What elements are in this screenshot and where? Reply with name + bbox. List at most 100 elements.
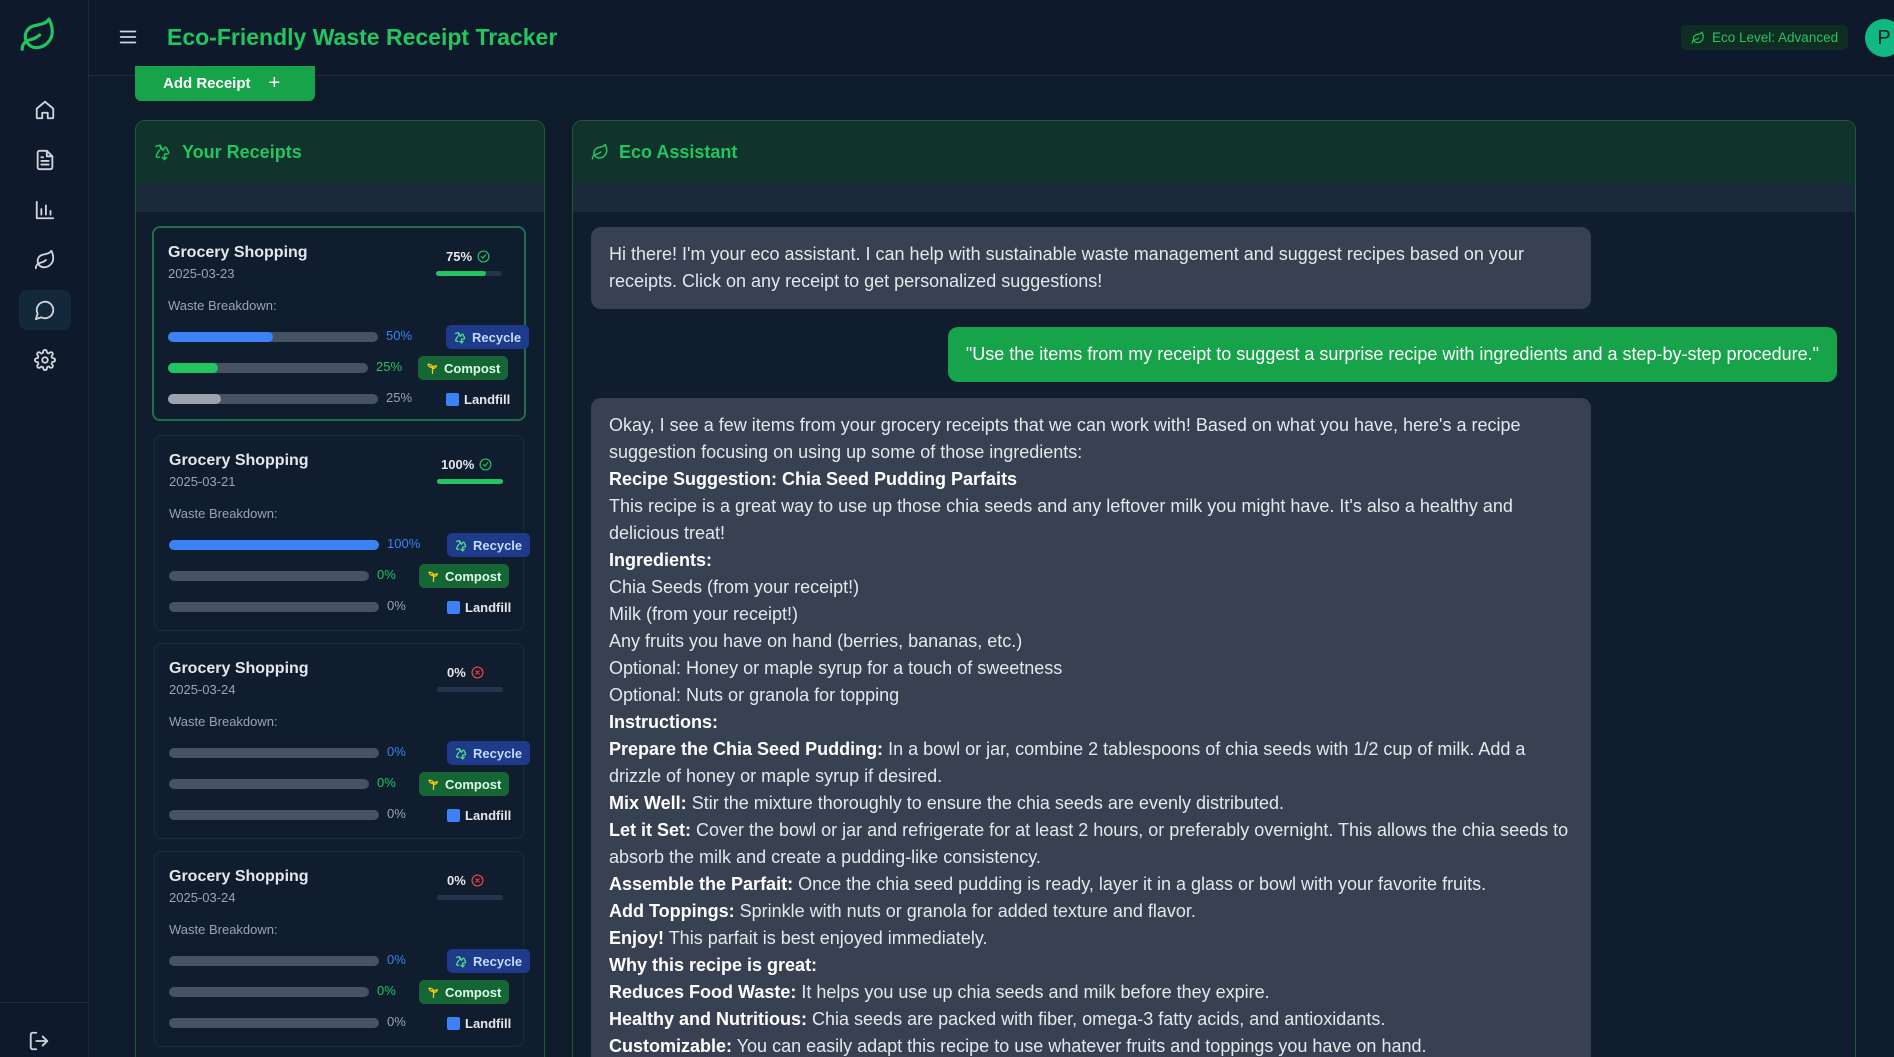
receipt-date: 2025-03-24 [169, 890, 236, 905]
waste-bar-compost [168, 363, 368, 373]
waste-row-recycle: 50% Recycle [168, 325, 530, 349]
assistant-panel-title: Eco Assistant [619, 141, 738, 162]
sidebar-item-settings[interactable] [19, 340, 71, 380]
assistant-greeting-message: Hi there! I'm your eco assistant. I can … [591, 227, 1591, 309]
ingredients-heading: Ingredients: [609, 550, 713, 570]
waste-tag-recycle[interactable]: Recycle [447, 741, 531, 765]
waste-tag-landfill[interactable]: Landfill [438, 387, 518, 411]
step-label: Let it Set: [609, 820, 692, 840]
user-message: "Use the items from my receipt to sugges… [947, 327, 1837, 382]
waste-tag-label: Landfill [465, 599, 512, 615]
sidebar-item-analytics[interactable] [19, 190, 71, 230]
waste-bar-landfill [169, 1018, 379, 1028]
receipt-date: 2025-03-23 [168, 266, 235, 281]
add-receipt-button[interactable]: Add Receipt + [135, 66, 315, 101]
waste-tag-label: Recycle [472, 329, 522, 345]
receipt-title: Grocery Shopping [169, 868, 309, 885]
step-label: Mix Well: [609, 793, 687, 813]
waste-row-recycle: 100% Recycle [169, 533, 531, 557]
eco-level-badge: Eco Level: Advanced [1681, 25, 1849, 50]
assistant-panel-header: Eco Assistant [573, 121, 1855, 183]
sidebar-item-home[interactable] [19, 90, 71, 130]
waste-tag-compost[interactable]: Compost [419, 980, 510, 1004]
waste-breakdown-label: Waste Breakdown: [169, 714, 278, 729]
receipt-score-value: 0% [447, 873, 466, 888]
receipt-score-bar [436, 271, 502, 276]
receipt-card[interactable]: Grocery Shopping 2025-03-23 75% Waste Break… [152, 226, 530, 421]
receipt-title: Grocery Shopping [168, 244, 308, 261]
waste-tag-compost[interactable]: Compost [418, 356, 509, 380]
waste-tag-recycle[interactable]: Recycle [446, 325, 530, 349]
leaf-icon [591, 143, 608, 160]
reason-text: It helps you use up chia seeds and milk … [796, 982, 1270, 1002]
waste-bar-fill-recycle [168, 332, 273, 342]
waste-tag-label: Recycle [473, 745, 523, 761]
waste-row-compost: 0% Compost [169, 980, 519, 1004]
waste-bar-fill-compost [168, 363, 218, 373]
user-avatar[interactable]: P [1865, 19, 1894, 57]
check-circle-icon [479, 458, 492, 471]
hamburger-menu-icon[interactable] [117, 26, 139, 48]
waste-breakdown-label: Waste Breakdown: [168, 298, 277, 313]
receipt-score: 75% [446, 249, 490, 264]
ingredient-item: Milk (from your receipt!) [609, 604, 799, 624]
sprout-icon [428, 779, 438, 790]
waste-pct-landfill: 25% [386, 390, 413, 405]
instruction-step: Add Toppings: Sprinkle with nuts or gran… [609, 898, 1573, 925]
sidebar-item-eco[interactable] [19, 240, 71, 280]
reason-item: Healthy and Nutritious: Chia seeds are p… [609, 1006, 1573, 1033]
reason-text: Chia seeds are packed with fiber, omega-… [807, 1009, 1386, 1029]
receipt-card[interactable]: Grocery Shopping 2025-03-21 100% Waste Brea… [154, 435, 531, 631]
waste-tag-compost[interactable]: Compost [419, 564, 510, 588]
waste-tag-label: Recycle [473, 537, 523, 553]
waste-tag-compost[interactable]: Compost [419, 772, 510, 796]
waste-row-landfill: 0% Landfill [169, 595, 519, 619]
logout-icon[interactable] [28, 1030, 50, 1052]
sidebar-item-receipts[interactable] [19, 140, 71, 180]
home-icon [35, 100, 55, 120]
waste-bar-landfill [169, 602, 379, 612]
instruction-step: Assemble the Parfait: Once the chia seed… [609, 871, 1573, 898]
waste-pct-compost: 0% [377, 775, 396, 790]
waste-tag-landfill[interactable]: Landfill [439, 1011, 519, 1035]
receipt-score-bar [437, 895, 503, 900]
receipt-score: 0% [447, 873, 484, 888]
gear-icon [34, 349, 56, 371]
instruction-step: Mix Well: Stir the mixture thoroughly to… [609, 790, 1573, 817]
leaf-logo-icon[interactable] [19, 16, 57, 54]
waste-tag-label: Recycle [473, 953, 523, 969]
step-text: Cover the bowl or jar and refrigerate fo… [609, 820, 1569, 867]
waste-breakdown-label: Waste Breakdown: [169, 922, 278, 937]
waste-row-landfill: 25% Landfill [168, 387, 518, 411]
receipt-score-value: 100% [441, 457, 475, 472]
receipt-score-bar-fill [437, 479, 503, 484]
receipt-card[interactable]: Grocery Shopping 2025-03-24 0% Waste Breakd… [154, 643, 531, 839]
receipt-date: 2025-03-21 [169, 474, 236, 489]
sidebar-item-chat[interactable] [19, 290, 71, 330]
waste-tag-recycle[interactable]: Recycle [447, 949, 531, 973]
sprout-icon [428, 571, 438, 582]
assistant-recipe-message: Okay, I see a few items from your grocer… [591, 398, 1591, 1057]
receipt-score-value: 0% [447, 665, 466, 680]
receipt-card[interactable]: Grocery Shopping 2025-03-24 0% Waste Breakd… [154, 851, 531, 1047]
waste-breakdown-label: Waste Breakdown: [169, 506, 278, 521]
waste-bar-recycle [169, 748, 379, 758]
waste-tag-landfill[interactable]: Landfill [439, 803, 519, 827]
recipe-heading: Recipe Suggestion: Chia Seed Pudding Par… [609, 469, 1018, 489]
waste-tag-landfill[interactable]: Landfill [439, 595, 519, 619]
receipts-panel-title: Your Receipts [182, 141, 302, 162]
waste-tag-label: Compost [444, 360, 501, 376]
waste-pct-recycle: 0% [387, 744, 406, 759]
recycle-icon [455, 539, 467, 552]
step-text: Once the chia seed pudding is ready, lay… [793, 874, 1487, 894]
waste-tag-recycle[interactable]: Recycle [447, 533, 531, 557]
ingredient-item: Optional: Honey or maple syrup for a tou… [609, 658, 1063, 678]
waste-bar-landfill [168, 394, 378, 404]
recycle-icon [454, 331, 466, 344]
sidebar-divider [0, 1002, 89, 1003]
waste-bar-fill-recycle [169, 540, 379, 550]
reason-label: Reduces Food Waste: [609, 982, 797, 1002]
receipt-score-value: 75% [446, 249, 473, 264]
assistant-panel: Eco Assistant Hi there! I'm your eco ass… [572, 120, 1856, 1057]
recycle-icon [455, 955, 467, 968]
